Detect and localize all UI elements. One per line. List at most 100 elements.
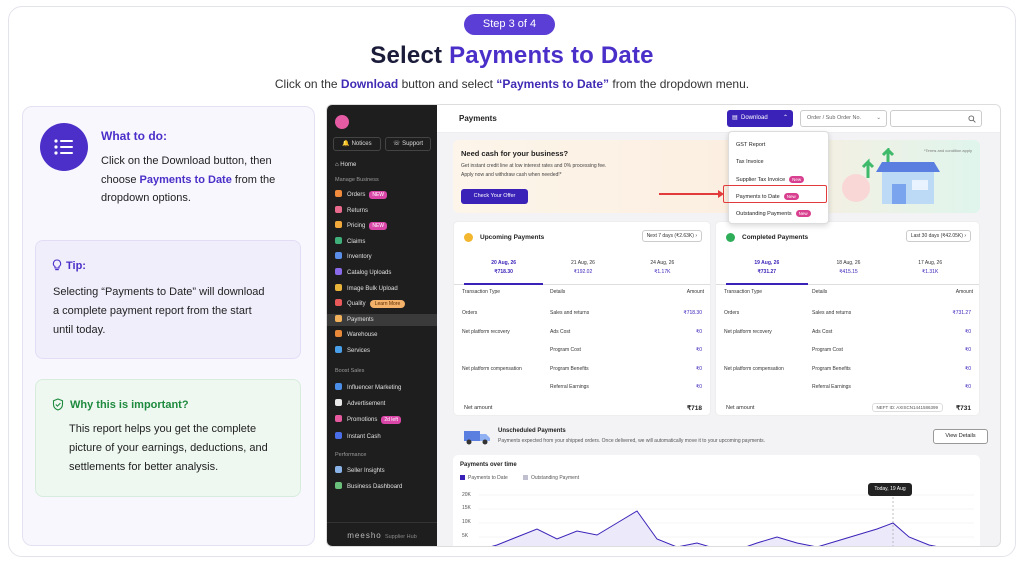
legend-swatch (523, 475, 528, 480)
transaction-detail: Program Benefits (550, 365, 589, 372)
sidebar-item-payments[interactable]: Payments (327, 313, 437, 326)
date-column[interactable]: 17 Aug, 26 ₹1.31K (889, 260, 971, 275)
payout-amount: ₹415.15 (839, 269, 858, 275)
section-performance: Performance (335, 452, 367, 458)
sidebar-item-label: Warehouse (347, 332, 378, 339)
transaction-amount: ₹731.27 (952, 310, 971, 316)
payout-date: 24 Aug, 26 (650, 260, 675, 266)
notices-button[interactable]: 🔔 Notices (333, 137, 381, 151)
chevron-right-icon: › (964, 233, 966, 239)
sidebar-item-seller-insights[interactable]: Seller Insights (335, 465, 385, 477)
subtitle-payments: “Payments to Date” (496, 77, 610, 91)
net-amount-label: Net amount (726, 405, 755, 411)
highlight-box (723, 185, 827, 203)
shield-check-icon (52, 398, 64, 411)
menu-item-tax-invoice[interactable]: Tax Invoice (736, 159, 764, 165)
transaction-type: Net platform recovery (724, 328, 772, 335)
banner-line1: Get instant credit line at low interest … (461, 163, 607, 169)
menu-item-supplier-tax-invoice[interactable]: Supplier Tax Invoice New (736, 176, 805, 183)
neft-id: NEFT ID: AXISCN1441586399 (871, 403, 943, 412)
payments-title: Payments (459, 114, 497, 123)
menu-icon (335, 252, 342, 260)
transaction-type: Net platform compensation (724, 365, 784, 372)
date-column[interactable]: 18 Aug, 26 ₹415.15 (808, 260, 890, 275)
sidebar-item-orders[interactable]: Orders NEW (335, 189, 388, 201)
order-type-dropdown[interactable]: Order / Sub Order No. ⌄ (800, 110, 887, 127)
view-details-button[interactable]: View Details (933, 429, 988, 444)
sidebar-item-advertisement[interactable]: Advertisement (335, 398, 385, 410)
banner-text: Get instant credit line at low interest … (461, 162, 681, 179)
meesho-logo (335, 115, 349, 129)
search-input[interactable] (890, 110, 982, 127)
why-heading: Why this is important? (70, 399, 189, 411)
sidebar-item-label: Orders (347, 192, 366, 198)
shop-illustration (842, 148, 940, 204)
title-part1: Select (370, 42, 443, 69)
menu-item-gst-report[interactable]: GST Report (736, 142, 765, 148)
sidebar-item-label: Seller Insights (347, 468, 385, 474)
sidebar-item-inventory[interactable]: Inventory (335, 251, 372, 263)
download-button[interactable]: ▤ Download ⌃ (727, 110, 793, 127)
completed-filter[interactable]: Last 30 days (₹42.05K) › (905, 230, 971, 242)
net-amount-value: ₹731 (956, 405, 971, 412)
date-column[interactable]: 24 Aug, 26 ₹1.17K (623, 260, 702, 275)
menu-icon (335, 299, 342, 307)
sidebar-item-pricing[interactable]: Pricing NEW (335, 220, 388, 232)
sidebar-item-home[interactable]: ⌂ Home (335, 159, 356, 171)
legend-outstanding: Outstanding Payment (523, 475, 579, 481)
lightbulb-icon (52, 259, 62, 271)
tip-heading: Tip: (66, 260, 86, 272)
column-header: Amount (955, 289, 973, 295)
clock-icon (464, 233, 473, 242)
menu-icon (335, 221, 342, 229)
check-offer-button[interactable]: Check Your Offer (461, 189, 528, 204)
sidebar-item-catalog-uploads[interactable]: Catalog Uploads (335, 267, 391, 279)
payout-date: 21 Aug, 26 (571, 260, 595, 266)
transaction-detail: Sales and returns (550, 310, 590, 316)
sidebar-item-services[interactable]: Services (335, 345, 370, 357)
sidebar-item-returns[interactable]: Returns (335, 205, 368, 217)
y-tick: 5K (462, 533, 469, 539)
transaction-amount: ₹0 (965, 365, 971, 372)
payout-amount: ₹1.17K (654, 269, 671, 275)
sidebar-item-claims[interactable]: Claims (335, 236, 365, 248)
page-title: Select Payments to Date (0, 42, 1024, 70)
download-icon: ▤ (732, 115, 738, 121)
upcoming-filter[interactable]: Next 7 days (₹2.63K) › (641, 230, 702, 242)
date-column[interactable]: 21 Aug, 26 ₹192.02 (543, 260, 622, 275)
date-column[interactable]: 20 Aug, 26 ₹718.30 (464, 260, 543, 275)
sidebar-item-business-dashboard[interactable]: Business Dashboard (335, 481, 402, 493)
sidebar-item-label: Business Dashboard (347, 484, 403, 490)
legend-swatch (460, 475, 465, 480)
sidebar-item-warehouse[interactable]: Warehouse (335, 329, 377, 341)
selected-date-underline (726, 283, 808, 285)
app-screenshot: 🔔 Notices ☏ Support ⌂ Home Manage Busine… (326, 104, 1001, 547)
transaction-amount: ₹0 (965, 347, 971, 353)
chevron-right-icon: › (695, 233, 697, 239)
legend-label: Payments to Date (468, 475, 508, 481)
transaction-detail: Program Cost (812, 347, 843, 353)
footer-sub: Supplier Hub (384, 534, 417, 540)
credit-banner: Need cash for your business? Get instant… (453, 140, 980, 213)
menu-item-outstanding-payments[interactable]: Outstanding Payments New (736, 210, 811, 217)
sidebar-item-label: Returns (347, 207, 369, 214)
y-tick: 10K (462, 519, 471, 525)
date-column[interactable]: 19 Aug, 26 ₹731.27 (726, 260, 808, 275)
sidebar-item-quality[interactable]: Quality Learn More (335, 298, 406, 310)
menu-icon (335, 346, 342, 353)
footer-brand: meesho (347, 531, 382, 540)
sidebar-item-influencer-marketing[interactable]: Influencer Marketing (335, 382, 401, 394)
transaction-type: Net platform compensation (462, 365, 522, 372)
sidebar-item-image-bulk-upload[interactable]: Image Bulk Upload (335, 283, 398, 295)
page-subtitle: Click on the Download button and select … (0, 77, 1024, 91)
support-button[interactable]: ☏ Support (385, 137, 431, 151)
banner-line2: Apply now and withdraw cash when needed!… (461, 171, 562, 178)
payout-date: 17 Aug, 26 (918, 260, 943, 266)
payments-chart: Payments over time Payments to Date Outs… (453, 455, 980, 546)
sidebar-item-instant-cash[interactable]: Instant Cash (335, 431, 381, 443)
chart-title: Payments over time (460, 462, 517, 468)
sidebar-item-label: Pricing (347, 223, 366, 230)
column-header: Details (550, 289, 566, 295)
sidebar-item-promotions[interactable]: Promotions 2d left (335, 414, 401, 426)
sidebar-item-label: Instant Cash (347, 433, 381, 440)
